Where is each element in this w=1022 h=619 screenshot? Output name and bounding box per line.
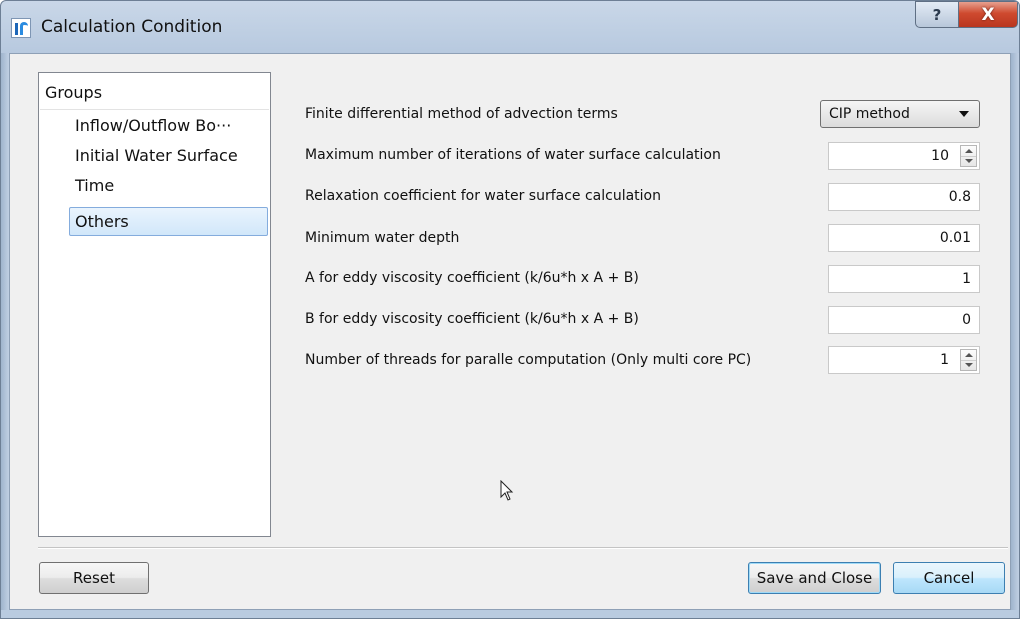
group-item-others[interactable]: Others — [69, 207, 268, 236]
title-bar[interactable]: Calculation Condition ? X — [1, 1, 1019, 53]
advection-method-select[interactable]: CIP method — [820, 100, 980, 128]
bottom-frame — [1, 610, 1019, 618]
close-icon: X — [981, 4, 995, 25]
chevron-down-icon — [959, 111, 969, 117]
right-frame — [1011, 53, 1019, 618]
close-button[interactable]: X — [958, 1, 1018, 28]
max-iterations-stepper[interactable] — [960, 145, 977, 167]
relaxation-coefficient-value: 0.8 — [948, 189, 971, 205]
groups-divider — [40, 109, 269, 110]
groups-list: Groups Inflow/Outflow Bo··· Initial Wate… — [38, 72, 271, 537]
param-label-max-iterations: Maximum number of iterations of water su… — [305, 147, 721, 163]
cancel-button[interactable]: Cancel — [893, 562, 1005, 594]
groups-header: Groups — [45, 83, 103, 102]
group-item-inflow-outflow[interactable]: Inflow/Outflow Bo··· — [69, 111, 268, 140]
spin-down-icon[interactable] — [961, 360, 976, 370]
max-iterations-spinbox[interactable]: 10 — [828, 142, 980, 170]
eddy-a-input[interactable]: 1 — [828, 265, 980, 293]
left-frame — [1, 53, 9, 618]
window-title: Calculation Condition — [41, 17, 223, 37]
help-icon: ? — [932, 5, 942, 24]
threads-stepper[interactable] — [960, 349, 977, 371]
eddy-b-value: 0 — [962, 312, 971, 328]
spin-down-icon[interactable] — [961, 156, 976, 166]
save-and-close-button[interactable]: Save and Close — [748, 562, 881, 594]
eddy-a-value: 1 — [962, 271, 971, 287]
eddy-b-input[interactable]: 0 — [828, 306, 980, 334]
app-icon — [11, 18, 31, 38]
param-label-advection-method: Finite differential method of advection … — [305, 106, 618, 122]
param-label-eddy-b: B for eddy viscosity coefficient (k/6u*h… — [305, 311, 639, 327]
mouse-pointer-icon — [500, 479, 514, 506]
group-item-time[interactable]: Time — [69, 171, 268, 200]
max-iterations-value: 10 — [931, 148, 949, 164]
threads-value: 1 — [940, 352, 949, 368]
threads-spinbox[interactable]: 1 — [828, 346, 980, 374]
relaxation-coefficient-input[interactable]: 0.8 — [828, 183, 980, 211]
help-button[interactable]: ? — [915, 1, 959, 28]
param-label-minimum-water-depth: Minimum water depth — [305, 230, 460, 246]
dialog-client-area: Groups Inflow/Outflow Bo··· Initial Wate… — [9, 53, 1011, 610]
reset-button[interactable]: Reset — [39, 562, 149, 594]
button-row-divider — [38, 547, 1008, 549]
minimum-water-depth-value: 0.01 — [939, 230, 971, 246]
param-label-eddy-a: A for eddy viscosity coefficient (k/6u*h… — [305, 270, 639, 286]
group-item-initial-water-surface[interactable]: Initial Water Surface — [69, 141, 268, 170]
param-label-threads: Number of threads for paralle computatio… — [305, 352, 752, 368]
advection-method-value: CIP method — [829, 106, 910, 122]
param-label-relaxation-coefficient: Relaxation coefficient for water surface… — [305, 188, 661, 204]
dialog-window: Calculation Condition ? X Groups Inflow/… — [0, 0, 1020, 619]
minimum-water-depth-input[interactable]: 0.01 — [828, 224, 980, 252]
